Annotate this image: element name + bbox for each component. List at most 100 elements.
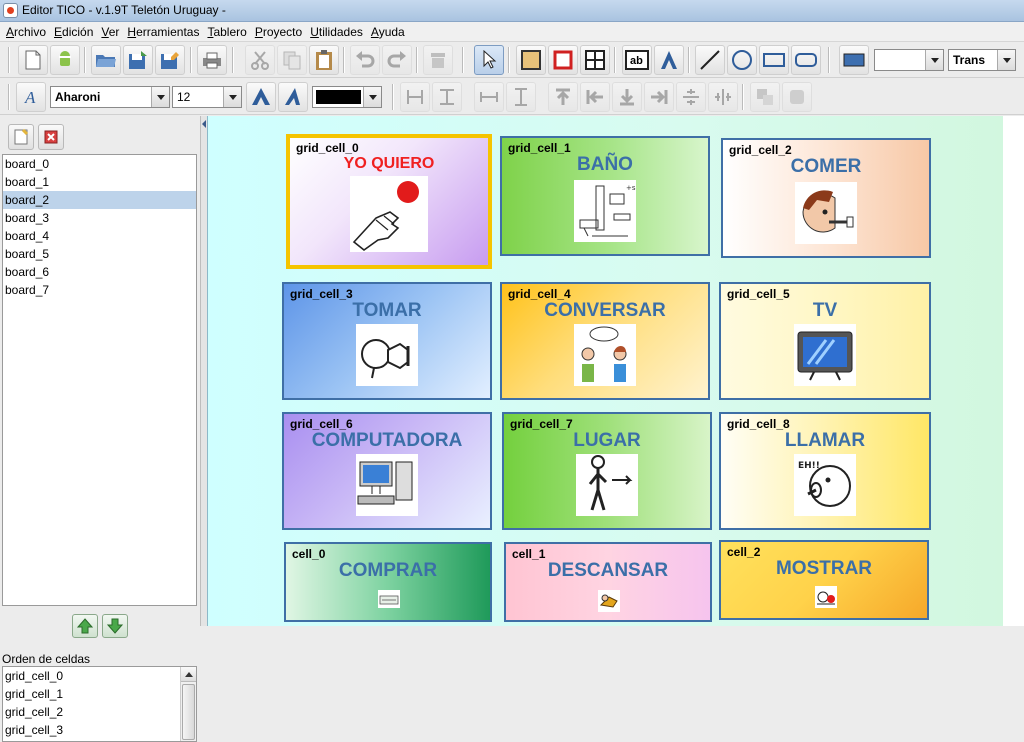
save-as-button[interactable] <box>155 45 185 75</box>
grid-cell-6[interactable]: grid_cell_6 COMPUTADORA <box>282 412 492 530</box>
board-list-item[interactable]: board_6 <box>3 263 196 281</box>
grid-cell-2[interactable]: grid_cell_2 COMER <box>721 138 931 258</box>
grid-tool-button[interactable] <box>580 45 610 75</box>
cell-order-item[interactable]: grid_cell_3 <box>3 721 196 739</box>
grid-cell-4[interactable]: grid_cell_4 CONVERSAR <box>500 282 710 400</box>
board-list-item[interactable]: board_0 <box>3 155 196 173</box>
text-color-combo[interactable] <box>312 86 382 108</box>
grid-cell-8[interactable]: grid_cell_8 LLAMAR EH!! <box>719 412 931 530</box>
rounded-rectangle-tool-button[interactable] <box>791 45 821 75</box>
board-list-item[interactable]: board_7 <box>3 281 196 299</box>
same-width-button[interactable] <box>474 82 504 112</box>
border-color-combo[interactable] <box>874 49 944 71</box>
board-list-item[interactable]: board_1 <box>3 173 196 191</box>
open-button[interactable] <box>91 45 121 75</box>
scroll-thumb[interactable] <box>182 684 195 740</box>
group-button[interactable] <box>750 82 780 112</box>
bring-front-button[interactable] <box>548 82 578 112</box>
new-board-button[interactable] <box>8 124 34 150</box>
center-vertical-button[interactable] <box>676 82 706 112</box>
cut-button[interactable] <box>245 45 275 75</box>
cell-order-scrollbar[interactable] <box>180 667 196 741</box>
bold-a-icon <box>252 88 270 105</box>
toolbar-separator <box>232 47 234 73</box>
new-android-project-button[interactable] <box>50 45 80 75</box>
move-right-button[interactable] <box>644 82 674 112</box>
collapse-left-icon[interactable] <box>202 120 206 128</box>
window-titlebar: Editor TICO - v.1.9T Teletón Uruguay - <box>0 0 1024 22</box>
menu-proyecto[interactable]: Proyecto <box>253 22 308 41</box>
menu-tablero[interactable]: Tablero <box>205 22 252 41</box>
controller-cell-tool-button[interactable] <box>548 45 578 75</box>
menu-ver[interactable]: Ver <box>99 22 125 41</box>
text-style-button[interactable]: A <box>16 82 46 112</box>
italic-button[interactable] <box>278 82 308 112</box>
new-project-button[interactable] <box>18 45 48 75</box>
cell-tool-button[interactable] <box>516 45 546 75</box>
toolbar-separator <box>508 47 510 73</box>
menu-ayuda[interactable]: Ayuda <box>369 22 411 41</box>
copy-button[interactable] <box>277 45 307 75</box>
move-cell-down-button[interactable] <box>102 614 128 638</box>
controller-cell-icon <box>553 50 573 70</box>
grid-cell-1[interactable]: grid_cell_1 BAÑO +s <box>500 136 710 256</box>
chevron-down-icon <box>997 50 1015 70</box>
board-canvas[interactable]: grid_cell_0 YO QUIERO grid_cell_1 BAÑO +… <box>207 116 1024 626</box>
ellipse-tool-button[interactable] <box>727 45 757 75</box>
paste-button[interactable] <box>309 45 339 75</box>
move-left-button[interactable] <box>580 82 610 112</box>
board-list-item[interactable]: board_4 <box>3 227 196 245</box>
same-height-button[interactable] <box>506 82 536 112</box>
board-area[interactable]: grid_cell_0 YO QUIERO grid_cell_1 BAÑO +… <box>207 116 1003 626</box>
clipboard-icon <box>316 50 332 70</box>
align-top-button[interactable] <box>432 82 462 112</box>
font-family-combo[interactable]: Aharoni <box>50 86 170 108</box>
label-tool-button[interactable] <box>654 45 684 75</box>
select-tool-button[interactable] <box>474 45 504 75</box>
undo-button[interactable] <box>350 45 380 75</box>
board-list-item-selected[interactable]: board_2 <box>3 191 196 209</box>
toolbar-separator <box>742 84 744 110</box>
line-tool-button[interactable] <box>695 45 725 75</box>
center-horizontal-button[interactable] <box>708 82 738 112</box>
scissors-icon <box>251 51 269 70</box>
cell-0[interactable]: cell_0 COMPRAR <box>284 542 492 622</box>
grid-cell-0[interactable]: grid_cell_0 YO QUIERO <box>286 134 492 269</box>
redo-button[interactable] <box>382 45 412 75</box>
cell-2[interactable]: cell_2 MOSTRAR <box>719 540 929 620</box>
line-icon <box>700 50 720 70</box>
fill-color-combo[interactable]: Trans <box>948 49 1016 71</box>
cell-order-item[interactable]: grid_cell_0 <box>3 667 196 685</box>
cell-order-item[interactable]: grid_cell_2 <box>3 703 196 721</box>
ungroup-button[interactable] <box>782 82 812 112</box>
android-icon <box>59 51 71 66</box>
delete-board-button[interactable] <box>38 124 64 150</box>
bold-button[interactable] <box>246 82 276 112</box>
grid-cell-3[interactable]: grid_cell_3 TOMAR <box>282 282 492 400</box>
move-cell-up-button[interactable] <box>72 614 98 638</box>
cell-order-label: Orden de celdas <box>2 652 91 666</box>
rectangle-tool-button[interactable] <box>759 45 789 75</box>
menu-herramientas[interactable]: Herramientas <box>125 22 205 41</box>
cell-id: grid_cell_8 <box>727 417 790 431</box>
menu-edicion[interactable]: Edición <box>52 22 99 41</box>
board-list-item[interactable]: board_3 <box>3 209 196 227</box>
save-button[interactable] <box>123 45 153 75</box>
computer-icon <box>356 454 418 516</box>
align-left-button[interactable] <box>400 82 430 112</box>
delete-button[interactable] <box>423 45 453 75</box>
cell-order-item[interactable]: grid_cell_1 <box>3 685 196 703</box>
grid-cell-5[interactable]: grid_cell_5 TV <box>719 282 931 400</box>
scroll-up-icon[interactable] <box>181 667 196 682</box>
menu-archivo[interactable]: Archivo <box>4 22 52 41</box>
font-size-combo[interactable]: 12 <box>172 86 242 108</box>
grid-cell-7[interactable]: grid_cell_7 LUGAR <box>502 412 712 530</box>
move-down-button[interactable] <box>612 82 642 112</box>
text-area-tool-button[interactable]: ab <box>622 45 652 75</box>
fill-toggle-button[interactable] <box>839 45 869 75</box>
menu-utilidades[interactable]: Utilidades <box>308 22 369 41</box>
print-button[interactable] <box>197 45 227 75</box>
align-left-icon <box>407 90 423 104</box>
board-list-item[interactable]: board_5 <box>3 245 196 263</box>
cell-1[interactable]: cell_1 DESCANSAR <box>504 542 712 622</box>
